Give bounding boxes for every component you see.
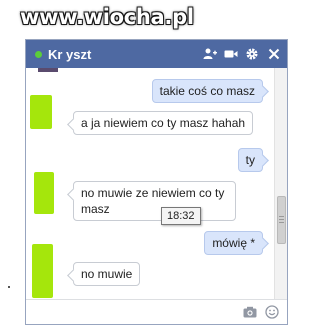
chat-titlebar[interactable]: Kr yszt [26,40,287,68]
online-status-icon [35,51,42,58]
avatar[interactable] [32,244,53,298]
scrollbar[interactable] [274,68,287,300]
emoji-icon[interactable] [265,305,279,319]
chat-contact-name[interactable]: Kr yszt [48,47,91,62]
message-bubble-outgoing: ty [237,148,263,172]
message-bubble-incoming: no muwie ze niewiem co ty masz [73,181,236,221]
video-call-icon[interactable] [224,47,238,61]
stray-dot [8,286,10,288]
message-bubble-incoming: a ja niewiem co ty masz hahah [73,111,254,135]
message-list[interactable]: takie coś co masz a ja niewiem co ty mas… [26,68,275,300]
avatar[interactable] [34,172,54,214]
chat-window: Kr yszt takie coś co masz a ja niewiem c… [25,39,288,325]
avatar[interactable] [30,95,52,129]
scrollbar-thumb[interactable] [277,196,286,244]
chat-input-bar[interactable] [26,299,287,324]
message-bubble-outgoing: mówię * [204,231,263,255]
close-icon[interactable] [267,47,281,61]
camera-icon[interactable] [243,305,257,319]
site-watermark: www.wiocha.pl [20,5,194,29]
avatar [38,68,58,72]
message-bubble-incoming: no muwie [73,262,141,286]
add-friend-icon[interactable] [203,47,217,61]
gear-icon[interactable] [245,47,259,61]
timestamp-tooltip: 18:32 [161,207,201,225]
message-bubble-outgoing: takie coś co masz [151,79,263,103]
